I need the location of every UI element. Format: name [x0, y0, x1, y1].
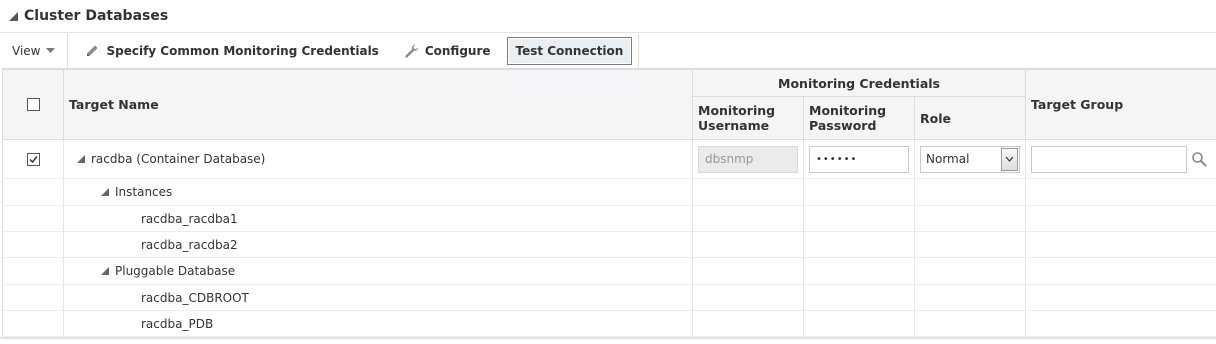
table-row[interactable]: racdba_CDBROOT	[2, 284, 1216, 311]
wrench-icon	[403, 43, 419, 59]
chevron-down-icon	[46, 48, 56, 54]
toolbar-divider	[638, 34, 640, 68]
target-name: racdba_racdba1	[141, 211, 238, 226]
table-row[interactable]: racdba_racdba1	[2, 205, 1216, 232]
tree-collapse-icon[interactable]	[101, 267, 109, 275]
tree-collapse-icon[interactable]	[101, 188, 109, 196]
tree-collapse-icon[interactable]	[77, 155, 85, 163]
monitoring-password-field[interactable]: ••••••	[809, 145, 909, 173]
view-menu-label: View	[12, 44, 41, 58]
table-row[interactable]: racdba (Container Database) dbsnmp •••••…	[2, 139, 1216, 179]
select-all-checkbox[interactable]	[26, 98, 40, 111]
target-name: racdba_CDBROOT	[141, 290, 249, 305]
role-select[interactable]: Normal	[920, 145, 1021, 173]
role-select-value: Normal	[926, 152, 970, 166]
configure-button[interactable]: Configure	[393, 38, 501, 64]
section-header: Cluster Databases	[0, 0, 1216, 33]
specify-credentials-button[interactable]: Specify Common Monitoring Credentials	[74, 38, 388, 64]
toolbar: View Specify Common Monitoring Credentia…	[0, 34, 1216, 68]
target-group-input[interactable]	[1031, 145, 1188, 173]
test-connection-label: Test Connection	[515, 44, 624, 58]
test-connection-button[interactable]: Test Connection	[506, 37, 633, 65]
select-all-header	[2, 69, 64, 140]
table-row[interactable]: Pluggable Database	[2, 257, 1216, 285]
view-menu[interactable]: View	[0, 34, 69, 68]
target-name: racdba_PDB	[141, 316, 214, 331]
target-name: racdba_racdba2	[141, 237, 238, 252]
table-bottom-border	[0, 337, 1216, 339]
section-title: Cluster Databases	[24, 8, 169, 24]
table-row[interactable]: Instances	[2, 178, 1216, 206]
specify-credentials-label: Specify Common Monitoring Credentials	[106, 44, 379, 58]
target-name: Pluggable Database	[115, 264, 236, 278]
header-monitoring-password[interactable]: Monitoring Password	[803, 96, 915, 140]
target-name: Instances	[115, 185, 173, 199]
cluster-databases-table: Target Name Monitoring Credentials Targe…	[2, 68, 1216, 339]
table-row[interactable]: racdba_PDB	[2, 310, 1216, 337]
row-checkbox[interactable]	[26, 152, 40, 166]
header-target-group[interactable]: Target Group	[1025, 69, 1216, 140]
configure-label: Configure	[424, 44, 491, 58]
chevron-down-icon[interactable]	[1001, 147, 1019, 171]
header-monitoring-username[interactable]: Monitoring Username	[692, 96, 804, 140]
header-target-name[interactable]: Target Name	[63, 69, 693, 140]
target-name: racdba (Container Database)	[91, 152, 266, 166]
table-row[interactable]: racdba_racdba2	[2, 231, 1216, 258]
monitoring-username-field: dbsnmp	[698, 145, 798, 173]
pencil-icon	[84, 43, 100, 59]
header-role[interactable]: Role	[913, 96, 1027, 140]
collapse-section-icon[interactable]	[9, 11, 18, 21]
header-monitoring-credentials: Monitoring Credentials	[691, 69, 1027, 97]
search-icon[interactable]	[1191, 151, 1207, 167]
